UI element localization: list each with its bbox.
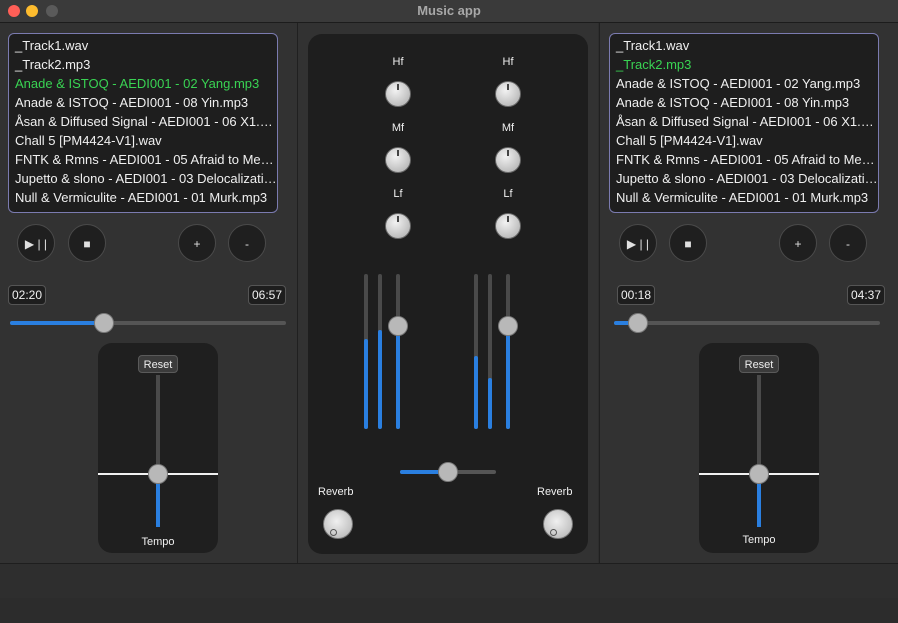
right-level-meter-a — [474, 274, 478, 429]
right-tempo-thumb[interactable] — [749, 464, 769, 484]
left-lf-label: Lf — [393, 188, 403, 200]
left-lf-knob[interactable] — [385, 213, 411, 239]
right-reverb-knob[interactable] — [543, 509, 573, 539]
crossfader-slider[interactable] — [400, 462, 496, 482]
left-reverb-label: Reverb — [318, 486, 354, 498]
right-stop-button[interactable]: ■ — [669, 224, 707, 262]
right-tempo-reset-button[interactable]: Reset — [739, 355, 779, 373]
right-reverb-label: Reverb — [537, 486, 573, 498]
track-item[interactable]: _Track1.wav — [610, 36, 878, 55]
right-duration-time: 04:37 — [847, 285, 886, 305]
track-item[interactable]: Åsan & Diffused Signal - AEDI001 - 06 X1… — [9, 112, 277, 131]
left-plus-button[interactable]: + — [178, 224, 216, 262]
mixer-column: Hf Mf Lf Hf Mf Lf Reverb Reverb — [298, 23, 598, 563]
left-volume-fader[interactable] — [396, 274, 400, 429]
track-item[interactable]: _Track2.mp3 — [9, 55, 277, 74]
right-play-pause-button[interactable]: ▶ | | — [619, 224, 657, 262]
track-item[interactable]: Anade & ISTOQ - AEDI001 - 08 Yin.mp3 — [610, 93, 878, 112]
window-title: Music app — [417, 3, 481, 18]
left-level-meter-b — [378, 274, 382, 429]
left-hf-knob[interactable] — [385, 81, 411, 107]
left-elapsed-time: 02:20 — [8, 285, 47, 305]
right-progress-slider[interactable] — [614, 313, 880, 333]
track-item[interactable]: FNTK & Rmns - AEDI001 - 05 Afraid to Mer… — [9, 150, 277, 169]
left-volume-fill — [396, 323, 400, 429]
left-mf-label: Mf — [391, 122, 405, 134]
right-volume-fader[interactable] — [506, 274, 510, 429]
left-minus-button[interactable]: - — [228, 224, 266, 262]
left-duration-time: 06:57 — [248, 285, 287, 305]
right-deck: _Track1.wav _Track2.mp3 Anade & ISTOQ - AE… — [599, 23, 898, 563]
bottom-bar — [0, 563, 898, 599]
right-lf-label: Lf — [503, 188, 513, 200]
crossfader-thumb[interactable] — [438, 462, 458, 482]
right-playlist[interactable]: _Track1.wav _Track2.mp3 Anade & ISTOQ - AE… — [609, 33, 879, 213]
right-level-meter-b-fill — [488, 377, 492, 429]
track-item[interactable]: Chall 5 [PM4424-V1].wav — [610, 131, 878, 150]
right-volume-fill — [506, 323, 510, 429]
right-volume-thumb[interactable] — [498, 316, 518, 336]
track-item[interactable]: Åsan & Diffused Signal - AEDI001 - 06 X1… — [610, 112, 878, 131]
track-item[interactable]: Jupetto & slono - AEDI001 - 03 Delocaliz… — [610, 169, 878, 188]
right-tempo-label: Tempo — [742, 534, 776, 546]
right-tempo-panel: Reset Tempo — [699, 343, 819, 553]
track-item[interactable]: Null & Vermiculite - AEDI001 - 01 Murk.m… — [9, 188, 277, 207]
left-playlist[interactable]: _Track1.wav _Track2.mp3 Anade & ISTOQ - AE… — [8, 33, 278, 213]
left-play-pause-button[interactable]: ▶ | | — [17, 224, 55, 262]
track-item-active[interactable]: Anade & ISTOQ - AEDI001 - 02 Yang.mp3 — [9, 74, 277, 93]
left-tempo-panel: Reset Tempo — [98, 343, 218, 553]
left-level-meter-a — [364, 274, 368, 429]
track-item[interactable]: Jupetto & slono - AEDI001 - 03 Delocaliz… — [9, 169, 277, 188]
track-item-active[interactable]: _Track2.mp3 — [610, 55, 878, 74]
right-hf-label: Hf — [502, 56, 514, 68]
track-item[interactable]: Anade & ISTOQ - AEDI001 - 08 Yin.mp3 — [9, 93, 277, 112]
left-deck: _Track1.wav _Track2.mp3 Anade & ISTOQ - AE… — [0, 23, 298, 563]
right-mf-knob[interactable] — [495, 147, 521, 173]
right-progress-thumb[interactable] — [627, 313, 648, 333]
left-tempo-thumb[interactable] — [148, 464, 168, 484]
mixer-panel: Hf Mf Lf Hf Mf Lf Reverb Reverb — [308, 34, 588, 554]
left-progress-fill — [10, 321, 104, 325]
left-hf-label: Hf — [392, 56, 404, 68]
right-mf-label: Mf — [501, 122, 515, 134]
right-hf-knob[interactable] — [495, 81, 521, 107]
right-level-meter-b — [488, 274, 492, 429]
left-track-list: _Track1.wav _Track2.mp3 Anade & ISTOQ - AE… — [9, 34, 277, 207]
left-tempo-reset-button[interactable]: Reset — [138, 355, 178, 373]
track-item[interactable]: _Track1.wav — [9, 36, 277, 55]
left-tempo-label: Tempo — [141, 536, 175, 548]
track-item[interactable]: FNTK & Rmns - AEDI001 - 05 Afraid to Mer… — [610, 150, 878, 169]
track-item[interactable]: Chall 5 [PM4424-V1].wav — [9, 131, 277, 150]
status-bar — [0, 598, 898, 623]
left-level-meter-a-fill — [364, 339, 368, 429]
left-progress-slider[interactable] — [10, 313, 286, 333]
left-stop-button[interactable]: ■ — [68, 224, 106, 262]
left-progress-thumb[interactable] — [93, 313, 114, 333]
right-minus-button[interactable]: - — [829, 224, 867, 262]
left-mf-knob[interactable] — [385, 147, 411, 173]
left-level-meter-b-fill — [378, 329, 382, 429]
track-item[interactable]: Anade & ISTOQ - AEDI001 - 02 Yang.mp3 — [610, 74, 878, 93]
right-plus-button[interactable]: + — [779, 224, 817, 262]
track-item[interactable]: Null & Vermiculite - AEDI001 - 01 Murk.m… — [610, 188, 878, 207]
title-bar: Music app — [0, 0, 898, 23]
right-track-list: _Track1.wav _Track2.mp3 Anade & ISTOQ - AE… — [610, 34, 878, 207]
left-reverb-knob[interactable] — [323, 509, 353, 539]
right-lf-knob[interactable] — [495, 213, 521, 239]
right-elapsed-time: 00:18 — [617, 285, 656, 305]
right-level-meter-a-fill — [474, 356, 478, 429]
left-volume-thumb[interactable] — [388, 316, 408, 336]
